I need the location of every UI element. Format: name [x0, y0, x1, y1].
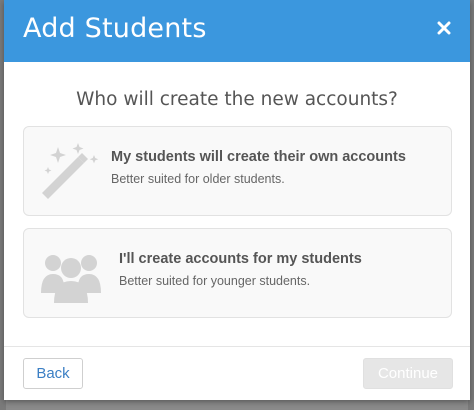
option-title: My students will create their own accoun…	[111, 149, 406, 165]
option-teacher-create[interactable]: I'll create accounts for my students Bet…	[23, 228, 452, 318]
option-subtitle: Better suited for younger students.	[119, 274, 311, 288]
option-title: I'll create accounts for my students	[119, 251, 362, 267]
continue-button[interactable]: Continue	[363, 358, 453, 389]
add-students-modal: Add Students Who will create the new acc…	[4, 0, 470, 400]
modal-body: Who will create the new accounts? My stu…	[4, 62, 470, 346]
close-button[interactable]	[432, 16, 456, 40]
people-group-icon	[41, 255, 101, 303]
question-heading: Who will create the new accounts?	[76, 89, 398, 110]
modal-title: Add Students	[23, 13, 207, 44]
modal-header: Add Students	[4, 0, 470, 62]
option-subtitle: Better suited for older students.	[111, 172, 285, 186]
modal-footer: Back Continue	[4, 346, 470, 400]
option-students-create[interactable]: My students will create their own accoun…	[23, 126, 452, 216]
back-button[interactable]: Back	[23, 358, 83, 389]
magic-wand-icon	[42, 143, 99, 199]
close-icon	[437, 21, 451, 35]
